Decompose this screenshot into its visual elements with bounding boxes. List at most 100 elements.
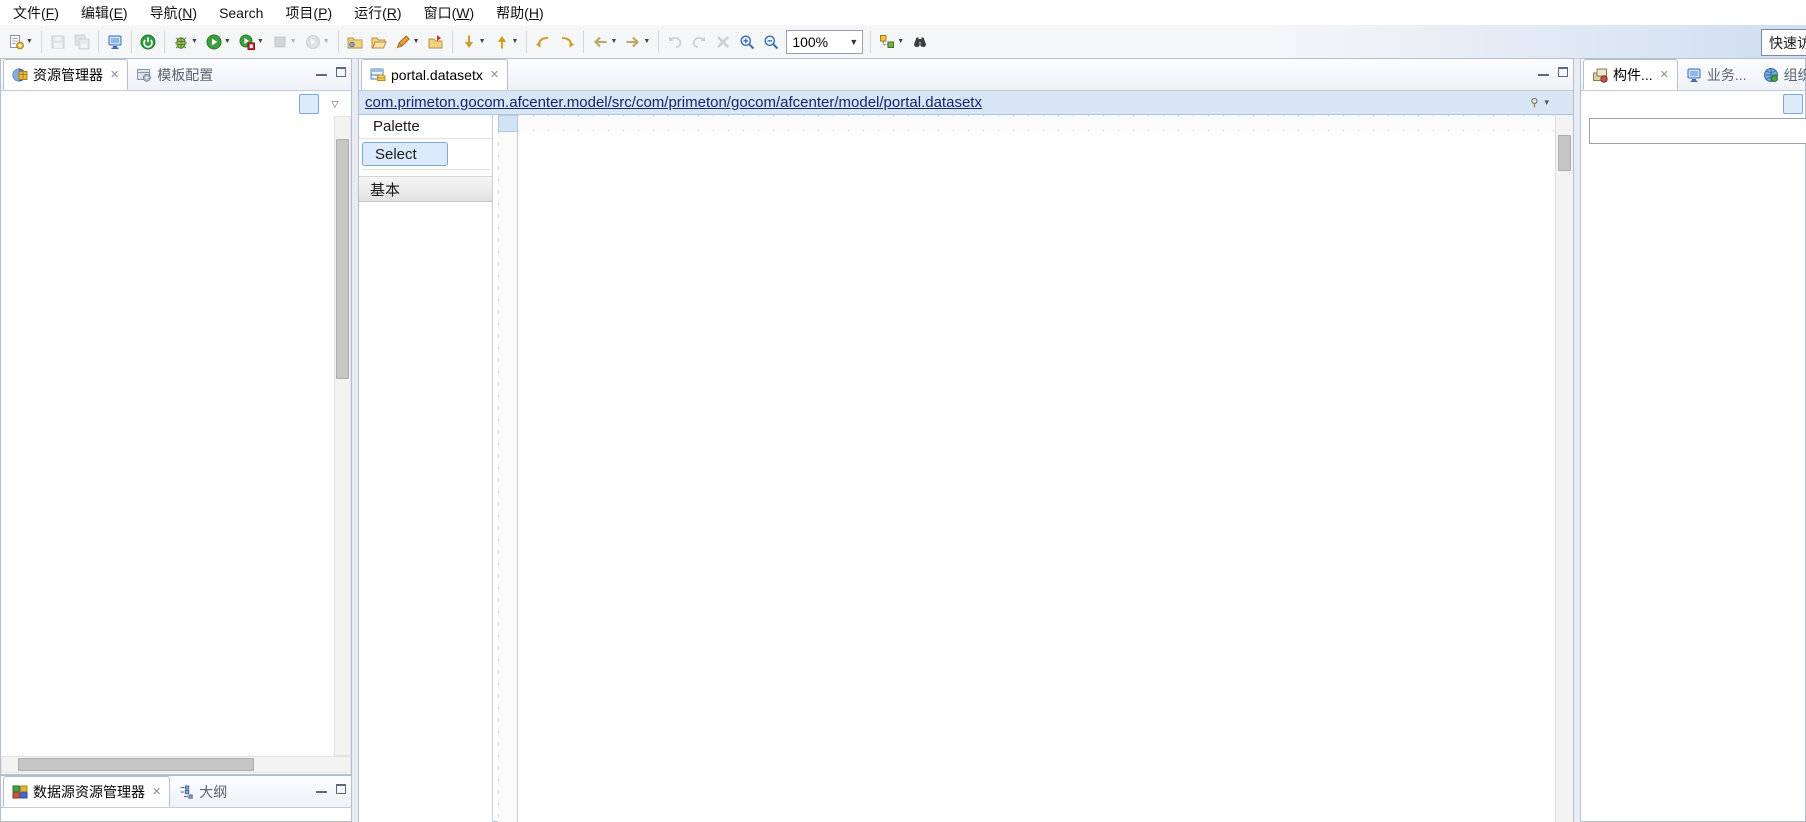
show-folders-button[interactable] bbox=[1783, 94, 1803, 114]
annotation-prev-icon bbox=[494, 34, 510, 50]
zoom-level-combo[interactable]: ▼ bbox=[786, 30, 863, 54]
find-button[interactable] bbox=[909, 29, 931, 55]
chevron-down-icon: ▼ bbox=[224, 38, 231, 45]
palette-header[interactable]: Palette bbox=[359, 115, 492, 139]
menu-导航[interactable]: 导航(N) bbox=[139, 0, 208, 26]
maximize-icon[interactable] bbox=[336, 67, 346, 77]
toolbar-separator bbox=[658, 31, 659, 53]
palette-separator bbox=[361, 169, 490, 170]
chevron-down-icon: ▼ bbox=[191, 38, 198, 45]
toolbar-separator bbox=[98, 31, 99, 53]
scroll-down-icon[interactable] bbox=[335, 739, 350, 755]
explorer-hscrollbar[interactable] bbox=[1, 756, 351, 773]
right-tab-组织[interactable]: 组织... bbox=[1755, 59, 1806, 90]
zoom-in-button[interactable] bbox=[736, 29, 758, 55]
editor-tab-row: portal.datasetx✕ bbox=[359, 59, 1573, 91]
explorer-tab-模板配置[interactable]: 模板配置 bbox=[128, 59, 221, 90]
close-icon[interactable]: ✕ bbox=[490, 68, 499, 81]
editor-vscrollbar[interactable] bbox=[1555, 115, 1573, 822]
menu-文件[interactable]: 文件(F) bbox=[2, 0, 70, 26]
import-resource-button[interactable] bbox=[1758, 94, 1778, 114]
save-button[interactable] bbox=[47, 29, 69, 55]
back-button[interactable]: ▼ bbox=[589, 29, 620, 55]
redo-button[interactable] bbox=[688, 29, 710, 55]
chevron-down-icon: ▼ bbox=[413, 38, 420, 45]
scroll-left-icon[interactable] bbox=[2, 757, 17, 772]
scroll-up-icon[interactable] bbox=[1556, 117, 1573, 133]
layout-button[interactable]: ▼ bbox=[876, 29, 907, 55]
delete-button[interactable] bbox=[712, 29, 734, 55]
editor-tab-portaldatasetx[interactable]: portal.datasetx✕ bbox=[361, 59, 508, 90]
select-tool-label: Select bbox=[375, 146, 417, 163]
explorer-view-toolbar: ▽ bbox=[1, 92, 351, 116]
relaunch-button[interactable]: ▼ bbox=[302, 29, 333, 55]
last-edit-location-button[interactable] bbox=[532, 29, 554, 55]
save-all-button[interactable] bbox=[71, 29, 93, 55]
open-console-button[interactable] bbox=[104, 29, 126, 55]
dstab-icon bbox=[12, 784, 28, 800]
run-secure-button[interactable]: ▼ bbox=[236, 29, 267, 55]
right-tab-业务[interactable]: 业务... bbox=[1678, 59, 1755, 90]
new-wizard-button[interactable]: ▼ bbox=[5, 29, 36, 55]
component-panel: 构件...✕业务...组织... bbox=[1580, 58, 1806, 822]
menu-项目[interactable]: 项目(P) bbox=[274, 0, 343, 26]
datasource-tab-大纲[interactable]: 大纲 bbox=[170, 776, 235, 807]
palette-drawer-basic[interactable]: 基本 bbox=[359, 176, 492, 202]
close-icon[interactable]: ✕ bbox=[1660, 68, 1669, 81]
pin-editor-icon[interactable]: ⚲ bbox=[1530, 96, 1538, 109]
component-search-input[interactable] bbox=[1589, 118, 1806, 144]
import-icon bbox=[347, 34, 363, 50]
scroll-right-icon[interactable] bbox=[335, 757, 350, 772]
import-button[interactable] bbox=[344, 29, 366, 55]
menu-帮助[interactable]: 帮助(H) bbox=[485, 0, 554, 26]
zoom-level-input[interactable] bbox=[787, 32, 843, 52]
chevron-down-icon: ▼ bbox=[26, 38, 33, 45]
resources-icon bbox=[12, 67, 28, 83]
scrollbar-thumb[interactable] bbox=[18, 758, 254, 771]
view-menu-button[interactable]: ▽ bbox=[325, 94, 345, 114]
minimize-icon[interactable] bbox=[1538, 67, 1549, 76]
right-tab-构件[interactable]: 构件...✕ bbox=[1583, 59, 1678, 90]
chevron-down-icon: ▽ bbox=[332, 99, 339, 110]
undo-button[interactable] bbox=[664, 29, 686, 55]
minimize-icon[interactable] bbox=[316, 67, 327, 76]
quick-access-button[interactable]: 快速访问 bbox=[1761, 29, 1806, 56]
run-button[interactable]: ▼ bbox=[203, 29, 234, 55]
deploy-button[interactable]: ▼ bbox=[392, 29, 423, 55]
maximize-icon[interactable] bbox=[336, 784, 346, 794]
collapse-all-button[interactable] bbox=[273, 94, 293, 114]
menu-窗口[interactable]: 窗口(W) bbox=[413, 0, 486, 26]
server-start-button[interactable] bbox=[137, 29, 159, 55]
diagram-canvas[interactable] bbox=[518, 131, 1557, 822]
explorer-tab-资源管理器[interactable]: 资源管理器✕ bbox=[3, 59, 128, 90]
breadcrumb-link[interactable]: com.primeton.gocom.afcenter.model/src/co… bbox=[365, 94, 982, 111]
chevron-down-icon[interactable]: ▼ bbox=[845, 37, 862, 47]
forward-button[interactable]: ▼ bbox=[622, 29, 653, 55]
annotation-next-button[interactable]: ▼ bbox=[458, 29, 489, 55]
deploy-icon bbox=[395, 34, 411, 50]
chevron-down-icon[interactable]: ▾ bbox=[1544, 97, 1549, 108]
right-tab-row: 构件...✕业务...组织... bbox=[1581, 59, 1805, 91]
menu-运行[interactable]: 运行(R) bbox=[343, 0, 412, 26]
debug-icon bbox=[173, 34, 189, 50]
close-icon[interactable]: ✕ bbox=[152, 785, 161, 798]
scrollbar-thumb[interactable] bbox=[1558, 135, 1571, 171]
debug-button[interactable]: ▼ bbox=[170, 29, 201, 55]
scroll-up-icon[interactable] bbox=[335, 117, 350, 133]
next-edit-location-button[interactable] bbox=[556, 29, 578, 55]
close-icon[interactable]: ✕ bbox=[110, 68, 119, 81]
export-button[interactable] bbox=[368, 29, 390, 55]
maximize-icon[interactable] bbox=[1558, 67, 1568, 77]
scrollbar-thumb[interactable] bbox=[336, 139, 349, 379]
stop-button[interactable]: ▼ bbox=[269, 29, 300, 55]
menu-Search[interactable]: Search bbox=[208, 2, 274, 24]
annotation-prev-button[interactable]: ▼ bbox=[491, 29, 522, 55]
datasource-tab-数据源资源管理器[interactable]: 数据源资源管理器✕ bbox=[3, 776, 170, 807]
menu-编辑[interactable]: 编辑(E) bbox=[70, 0, 139, 26]
explorer-vscrollbar[interactable] bbox=[334, 116, 351, 756]
zoom-out-button[interactable] bbox=[760, 29, 782, 55]
link-with-editor-button[interactable] bbox=[299, 94, 319, 114]
palette-select-tool[interactable]: Select bbox=[362, 142, 448, 166]
publish-button[interactable] bbox=[425, 29, 447, 55]
minimize-icon[interactable] bbox=[316, 784, 327, 793]
